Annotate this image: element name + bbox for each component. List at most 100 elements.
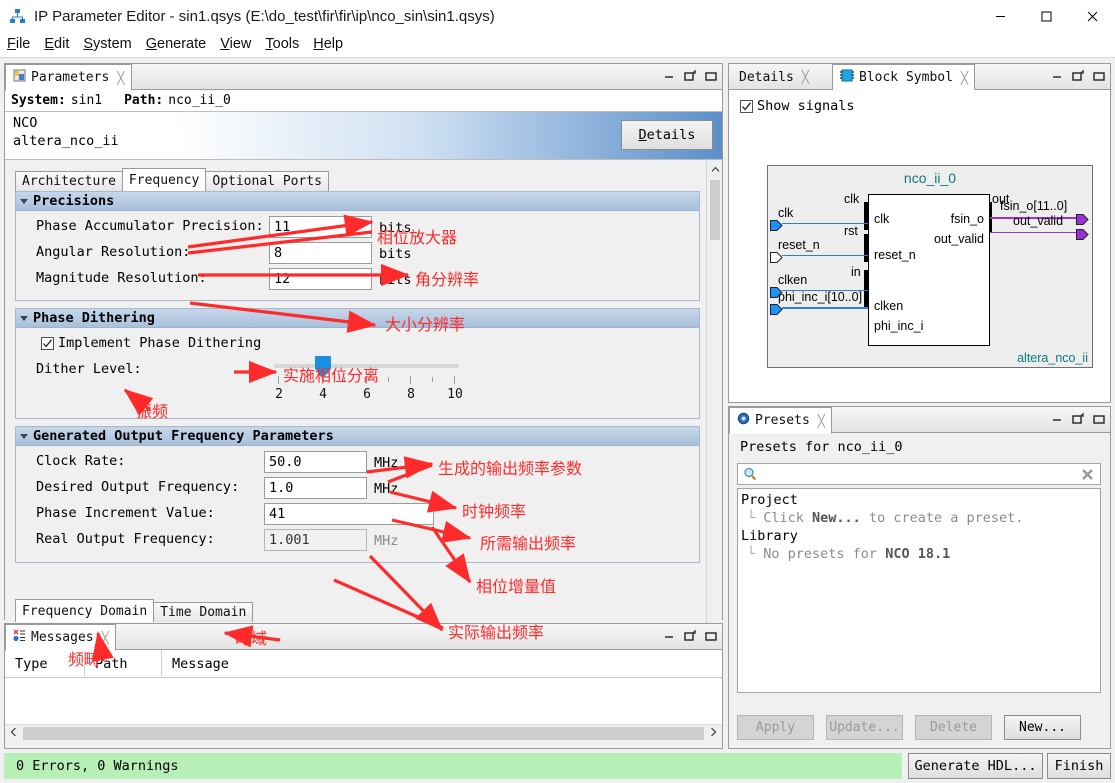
tab-details[interactable]: Details ╳ [731,64,816,90]
tab-parameters[interactable]: Parameters ╳ [5,64,132,91]
input-magnitude-resolution[interactable]: 12 [269,268,372,290]
tab-presets-close-icon[interactable]: ╳ [818,414,825,428]
group-precisions: Precisions Phase Accumulator Precision: … [15,191,700,301]
group-precisions-title: Precisions [33,193,115,209]
close-button[interactable] [1069,0,1115,32]
update-button[interactable]: Update... [826,715,903,740]
presets-tabstrip: Presets ╳ [729,407,1110,434]
panel-maximize-icon[interactable] [704,629,718,643]
tree-item-project[interactable]: Project [741,491,1100,509]
tab-frequency-label: Frequency [128,172,200,188]
finish-button[interactable]: Finish [1047,753,1111,779]
parameters-vertical-scrollbar[interactable] [706,160,722,645]
menu-edit[interactable]: Edit [37,34,76,55]
delete-button[interactable]: Delete [915,715,992,740]
hierarchy-icon [9,8,26,25]
slider-tick-minor [388,377,389,382]
block-symbol-icon [840,69,854,86]
checkbox-show-signals[interactable]: Show signals [740,98,855,114]
group-precisions-header[interactable]: Precisions [16,192,699,211]
menu-file[interactable]: File [0,34,37,55]
annotation-label: 时域 [235,629,268,648]
external-port-arrow-reset-n [770,250,783,263]
tab-optional-ports[interactable]: Optional Ports [205,171,329,191]
presets-tree[interactable]: Project └ Click New... to create a prese… [737,488,1101,693]
panel-restore-icon[interactable] [1071,69,1085,83]
tab-parameters-close-icon[interactable]: ╳ [117,71,124,85]
tab-frequency-domain[interactable]: Frequency Domain [15,599,155,622]
presets-search-box[interactable] [737,463,1101,485]
minimize-button[interactable] [977,0,1023,32]
checkbox-implement-phase-dithering-label: Implement Phase Dithering [58,335,262,351]
maximize-button[interactable] [1023,0,1069,32]
tab-block-symbol[interactable]: Block Symbol ╳ [832,64,976,91]
panel-minimize-icon[interactable] [662,69,676,83]
block-symbol-title: nco_ii_0 [903,170,957,186]
tab-frequency[interactable]: Frequency [121,168,207,191]
group-phase-dithering-header[interactable]: Phase Dithering [16,309,699,328]
menu-system[interactable]: System [76,34,138,55]
new-button[interactable]: New... [1004,715,1081,740]
group-generated-output-frequency: Generated Output Frequency Parameters Cl… [15,426,700,563]
tab-time-domain[interactable]: Time Domain [153,602,254,622]
panel-restore-icon[interactable] [1071,412,1085,426]
menu-help[interactable]: Help [306,34,350,55]
scrollbar-thumb[interactable] [23,726,704,740]
details-button[interactable]: Details [621,120,713,150]
column-message[interactable]: Message [162,650,722,678]
presets-search-input[interactable] [761,465,1081,483]
menu-generate[interactable]: Generate [139,34,213,55]
annotation-label: 时钟频率 [462,502,527,521]
domain-tabs: Frequency Domain Time Domain [15,599,254,622]
system-label: System: [11,93,66,108]
clear-x-icon[interactable] [1081,468,1094,481]
panel-restore-icon[interactable] [683,69,697,83]
menu-tools[interactable]: Tools [258,34,306,55]
unit-real-output-frequency: MHz [374,533,399,549]
tab-details-label: Details [739,69,794,85]
apply-button[interactable]: Apply [737,715,814,740]
scroll-right-icon[interactable] [705,727,722,740]
system-path-bar: System: sin1 Path: nco_ii_0 [5,90,722,112]
tab-architecture-label: Architecture [22,174,116,189]
input-desired-output-frequency[interactable]: 1.0 [264,477,367,499]
messages-icon [13,629,26,646]
status-text: 0 Errors, 0 Warnings [16,758,179,774]
scroll-up-icon[interactable] [707,161,722,177]
tab-architecture[interactable]: Architecture [15,171,123,191]
menu-view[interactable]: View [213,34,258,55]
panel-minimize-icon[interactable] [1050,69,1064,83]
scrollbar-thumb[interactable] [710,180,720,240]
messages-horizontal-scrollbar[interactable] [5,724,722,741]
tree-item-library-hint: └ No presets for NCO 18.1 [747,546,951,562]
tab-messages-close-icon[interactable]: ╳ [102,631,109,645]
input-phase-accumulator-precision[interactable]: 11 [269,216,372,238]
group-generated-output-header[interactable]: Generated Output Frequency Parameters [16,427,699,446]
status-bar: 0 Errors, 0 Warnings [4,753,902,779]
block-panel-buttons [1050,69,1106,83]
panel-minimize-icon[interactable] [662,629,676,643]
tab-block-symbol-close-icon[interactable]: ╳ [961,71,968,85]
generate-hdl-button[interactable]: Generate HDL... [908,753,1043,779]
external-port-arrow-clk [770,218,783,231]
tab-details-close-icon[interactable]: ╳ [802,70,809,84]
scroll-left-icon[interactable] [5,727,22,740]
tree-item-library[interactable]: Library [741,527,1100,545]
block-symbol-canvas[interactable]: nco_ii_0 clk rst in out clk reset_n clke… [767,165,1093,368]
input-clock-rate[interactable]: 50.0 [264,451,367,473]
ip-name: NCO [13,115,38,131]
tab-presets[interactable]: Presets ╳ [729,407,833,434]
collapse-triangle-icon[interactable] [20,315,28,321]
panel-maximize-icon[interactable] [1092,69,1106,83]
checkbox-implement-phase-dithering[interactable]: Implement Phase Dithering [41,335,261,351]
input-phase-increment-value[interactable]: 41 [264,503,434,525]
panel-minimize-icon[interactable] [1050,412,1064,426]
panel-maximize-icon[interactable] [704,69,718,83]
collapse-triangle-icon[interactable] [20,198,28,204]
port-group-label-clk: clk [844,192,860,206]
panel-maximize-icon[interactable] [1092,412,1106,426]
input-angular-resolution[interactable]: 8 [269,242,372,264]
panel-restore-icon[interactable] [683,629,697,643]
collapse-triangle-icon[interactable] [20,433,28,439]
label-clock-rate: Clock Rate: [36,453,126,469]
